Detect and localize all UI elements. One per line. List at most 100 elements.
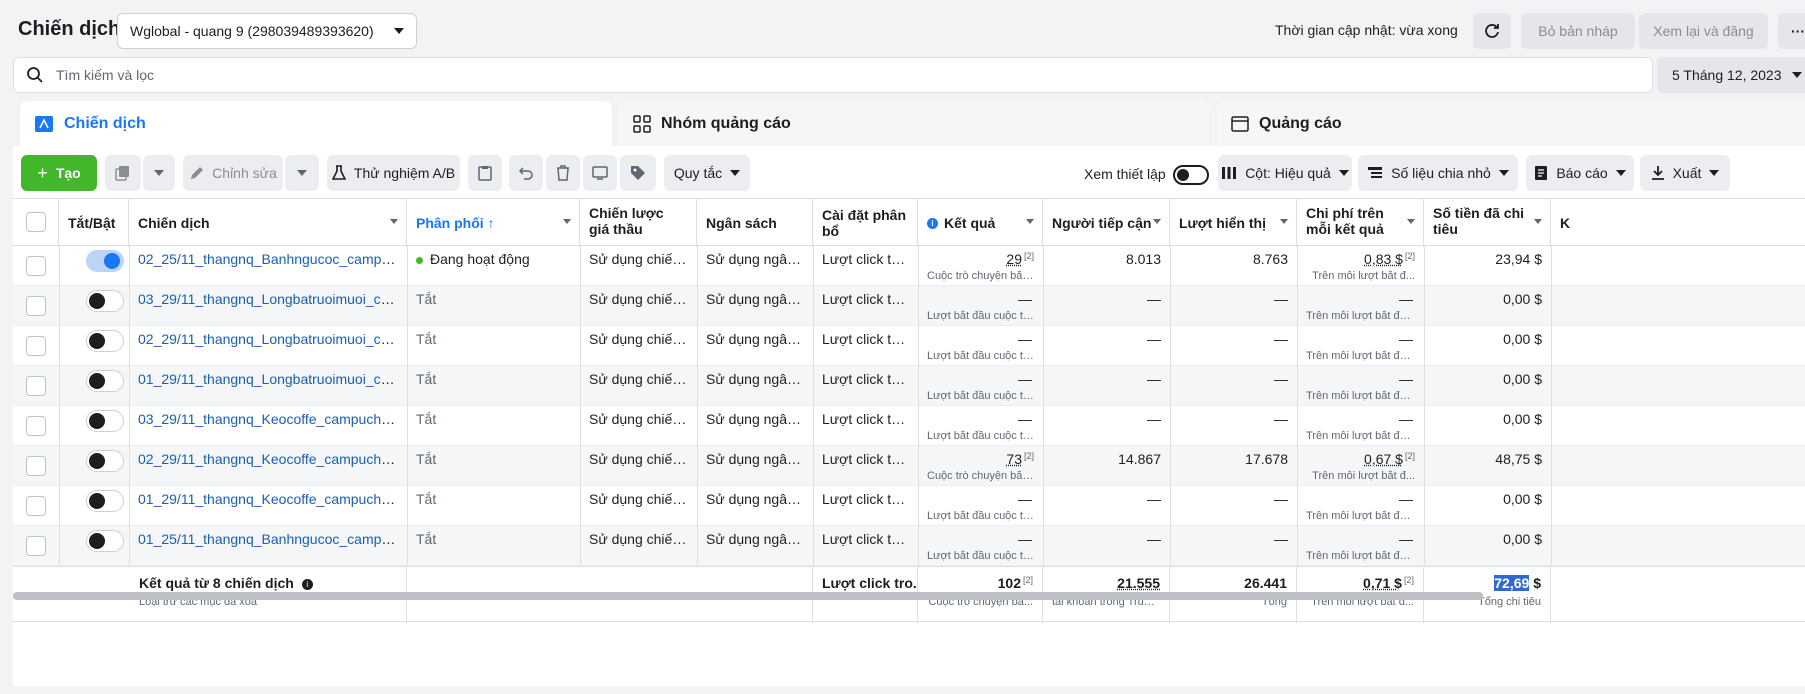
campaign-name-link[interactable]: 01_29/11_thangnq_Longbatruoimuoi_campuc.… [138,371,407,387]
budget-cell[interactable]: Sử dụng ngân sá... [697,486,813,526]
bid-strategy-cell[interactable]: Sử dụng chiến lư... [580,406,697,446]
date-range-picker[interactable]: 5 Tháng 12, 2023 [1657,57,1805,93]
results-sub: Lượt bắt đầu cuộc trò ... [927,350,1034,362]
tab-ads[interactable]: Quảng cáo [1217,101,1805,147]
cpr-value: 0,83 $ [1364,251,1403,267]
cost-per-result-cell: — Trên mỗi lượt bắt đầu ... [1297,366,1424,406]
cpr-value: — [1399,291,1413,307]
column-header-results[interactable]: i Kết quả [918,199,1043,247]
budget-cell[interactable]: Sử dụng ngân sá... [697,406,813,446]
tab-campaigns[interactable]: Chiến dịch [20,101,612,147]
preview-button[interactable] [583,155,617,191]
campaign-name-link[interactable]: 01_25/11_thangnq_Banhngucoc_campuchia_1.… [138,531,407,547]
column-header-amount-spent[interactable]: Số tiền đã chi tiêu [1424,199,1551,247]
table-row[interactable]: 01_25/11_thangnq_Banhngucoc_campuchia_1.… [13,526,1805,566]
campaign-toggle[interactable] [86,450,124,472]
row-checkbox[interactable] [26,416,46,436]
review-publish-button[interactable]: Xem lại và đăng [1639,13,1768,49]
columns-label: Cột: Hiệu quả [1245,165,1331,181]
budget-cell[interactable]: Sử dụng ngân sá... [697,366,813,406]
create-button[interactable]: + Tạo [21,155,97,191]
campaign-name-link[interactable]: 03_29/11_thangnq_Keocoffe_campuchia_25-6… [138,411,407,427]
row-checkbox[interactable] [26,376,46,396]
refresh-button[interactable] [1473,13,1511,49]
tag-button[interactable] [620,155,656,191]
table-row[interactable]: 03_29/11_thangnq_Keocoffe_campuchia_25-6… [13,406,1805,446]
table-row[interactable]: 02_29/11_thangnq_Longbatruoimuoi_campuc.… [13,326,1805,366]
search-input[interactable] [56,67,1556,83]
reports-button[interactable]: Báo cáo [1526,155,1634,191]
row-checkbox[interactable] [26,536,46,556]
bid-strategy-cell[interactable]: Sử dụng chiến lư... [580,326,697,366]
campaign-name-link[interactable]: 02_25/11_thangnq_Banhngucoc_campuchia_1.… [138,251,407,267]
campaign-toggle[interactable] [86,530,124,552]
discard-draft-button[interactable]: Bỏ bản nháp [1521,13,1635,49]
table-row[interactable]: 03_29/11_thangnq_Longbatruoimuoi_campuc.… [13,286,1805,326]
amount-spent-cell: 0,00 $ [1424,526,1551,566]
budget-cell[interactable]: Sử dụng ngân sá... [697,326,813,366]
campaign-name-link[interactable]: 02_29/11_thangnq_Longbatruoimuoi_campuc.… [138,331,407,347]
bid-strategy-cell[interactable]: Sử dụng chiến lư... [580,526,697,566]
column-header-attribution[interactable]: Cài đặt phân bổ [813,199,918,247]
column-header-next[interactable]: K [1551,199,1581,247]
bid-strategy-cell[interactable]: Sử dụng chiến lư... [580,246,697,286]
row-checkbox[interactable] [26,456,46,476]
budget-cell[interactable]: Sử dụng ngân sá... [697,246,813,286]
campaign-toggle[interactable] [86,290,124,312]
bid-strategy-cell[interactable]: Sử dụng chiến lư... [580,286,697,326]
column-header-impressions[interactable]: Lượt hiển thị [1170,199,1297,247]
rules-button[interactable]: Quy tắc [664,155,750,191]
column-header-cost-per-result[interactable]: Chi phí trên mỗi kết quả [1297,199,1424,247]
export-button[interactable]: Xuất [1640,155,1730,191]
more-options-button[interactable]: ··· [1778,13,1805,49]
column-header-bid-strategy[interactable]: Chiến lược giá thầu [580,199,697,247]
campaign-toggle[interactable] [86,410,124,432]
bid-strategy-cell[interactable]: Sử dụng chiến lư... [580,366,697,406]
duplicate-button[interactable] [105,155,141,191]
account-selector[interactable]: Wglobal - quang 9 (298039489393620) [117,13,417,49]
column-header-delivery[interactable]: Phân phối ↑ [407,199,580,247]
results-value: 73 [1006,451,1022,467]
cost-per-result-cell: — Trên mỗi lượt bắt đầu ... [1297,286,1424,326]
row-checkbox[interactable] [26,336,46,356]
table-row[interactable]: 01_29/11_thangnq_Keocoffe_campuchia_18-6… [13,486,1805,526]
campaign-toggle[interactable] [86,370,124,392]
campaign-toggle[interactable] [86,330,124,352]
table-row[interactable]: 02_29/11_thangnq_Keocoffe_campuchia_22-6… [13,446,1805,486]
column-header-reach[interactable]: Người tiếp cận [1043,199,1170,247]
view-setup-toggle[interactable] [1173,165,1209,185]
budget-cell[interactable]: Sử dụng ngân sá... [697,526,813,566]
campaign-toggle[interactable] [86,250,124,272]
amount-spent-cell: 0,00 $ [1424,406,1551,446]
select-all-checkbox[interactable] [26,212,46,232]
undo-button[interactable] [509,155,543,191]
edit-dropdown[interactable] [285,155,319,191]
column-header-campaign[interactable]: Chiến dịch [129,199,407,247]
breakdown-button[interactable]: Số liệu chia nhỏ [1358,155,1518,191]
column-header-toggle[interactable]: Tắt/Bật [59,199,129,247]
budget-cell[interactable]: Sử dụng ngân sá... [697,286,813,326]
duplicate-dropdown[interactable] [143,155,175,191]
row-checkbox[interactable] [26,296,46,316]
row-checkbox[interactable] [26,256,46,276]
row-checkbox[interactable] [26,496,46,516]
ab-test-button[interactable]: Thử nghiệm A/B [327,155,460,191]
edit-button[interactable]: Chỉnh sửa [183,155,283,191]
horizontal-scrollbar[interactable] [13,592,1483,600]
table-row[interactable]: 02_25/11_thangnq_Banhngucoc_campuchia_1.… [13,246,1805,286]
clipboard-button[interactable] [468,155,502,191]
column-header-budget[interactable]: Ngân sách [697,199,813,247]
tab-ad-sets[interactable]: Nhóm quảng cáo [619,101,1209,147]
totals-results-value: 102 [998,575,1021,591]
budget-cell[interactable]: Sử dụng ngân sá... [697,446,813,486]
campaign-name-link[interactable]: 03_29/11_thangnq_Longbatruoimuoi_campuc.… [138,291,407,307]
columns-button[interactable]: Cột: Hiệu quả [1218,155,1352,191]
search-bar[interactable] [13,57,1653,93]
campaign-name-link[interactable]: 02_29/11_thangnq_Keocoffe_campuchia_22-6… [138,451,407,467]
campaign-name-link[interactable]: 01_29/11_thangnq_Keocoffe_campuchia_18-6… [138,491,407,507]
campaign-toggle[interactable] [86,490,124,512]
bid-strategy-cell[interactable]: Sử dụng chiến lư... [580,486,697,526]
table-row[interactable]: 01_29/11_thangnq_Longbatruoimuoi_campuc.… [13,366,1805,406]
delete-button[interactable] [546,155,580,191]
bid-strategy-cell[interactable]: Sử dụng chiến lư... [580,446,697,486]
